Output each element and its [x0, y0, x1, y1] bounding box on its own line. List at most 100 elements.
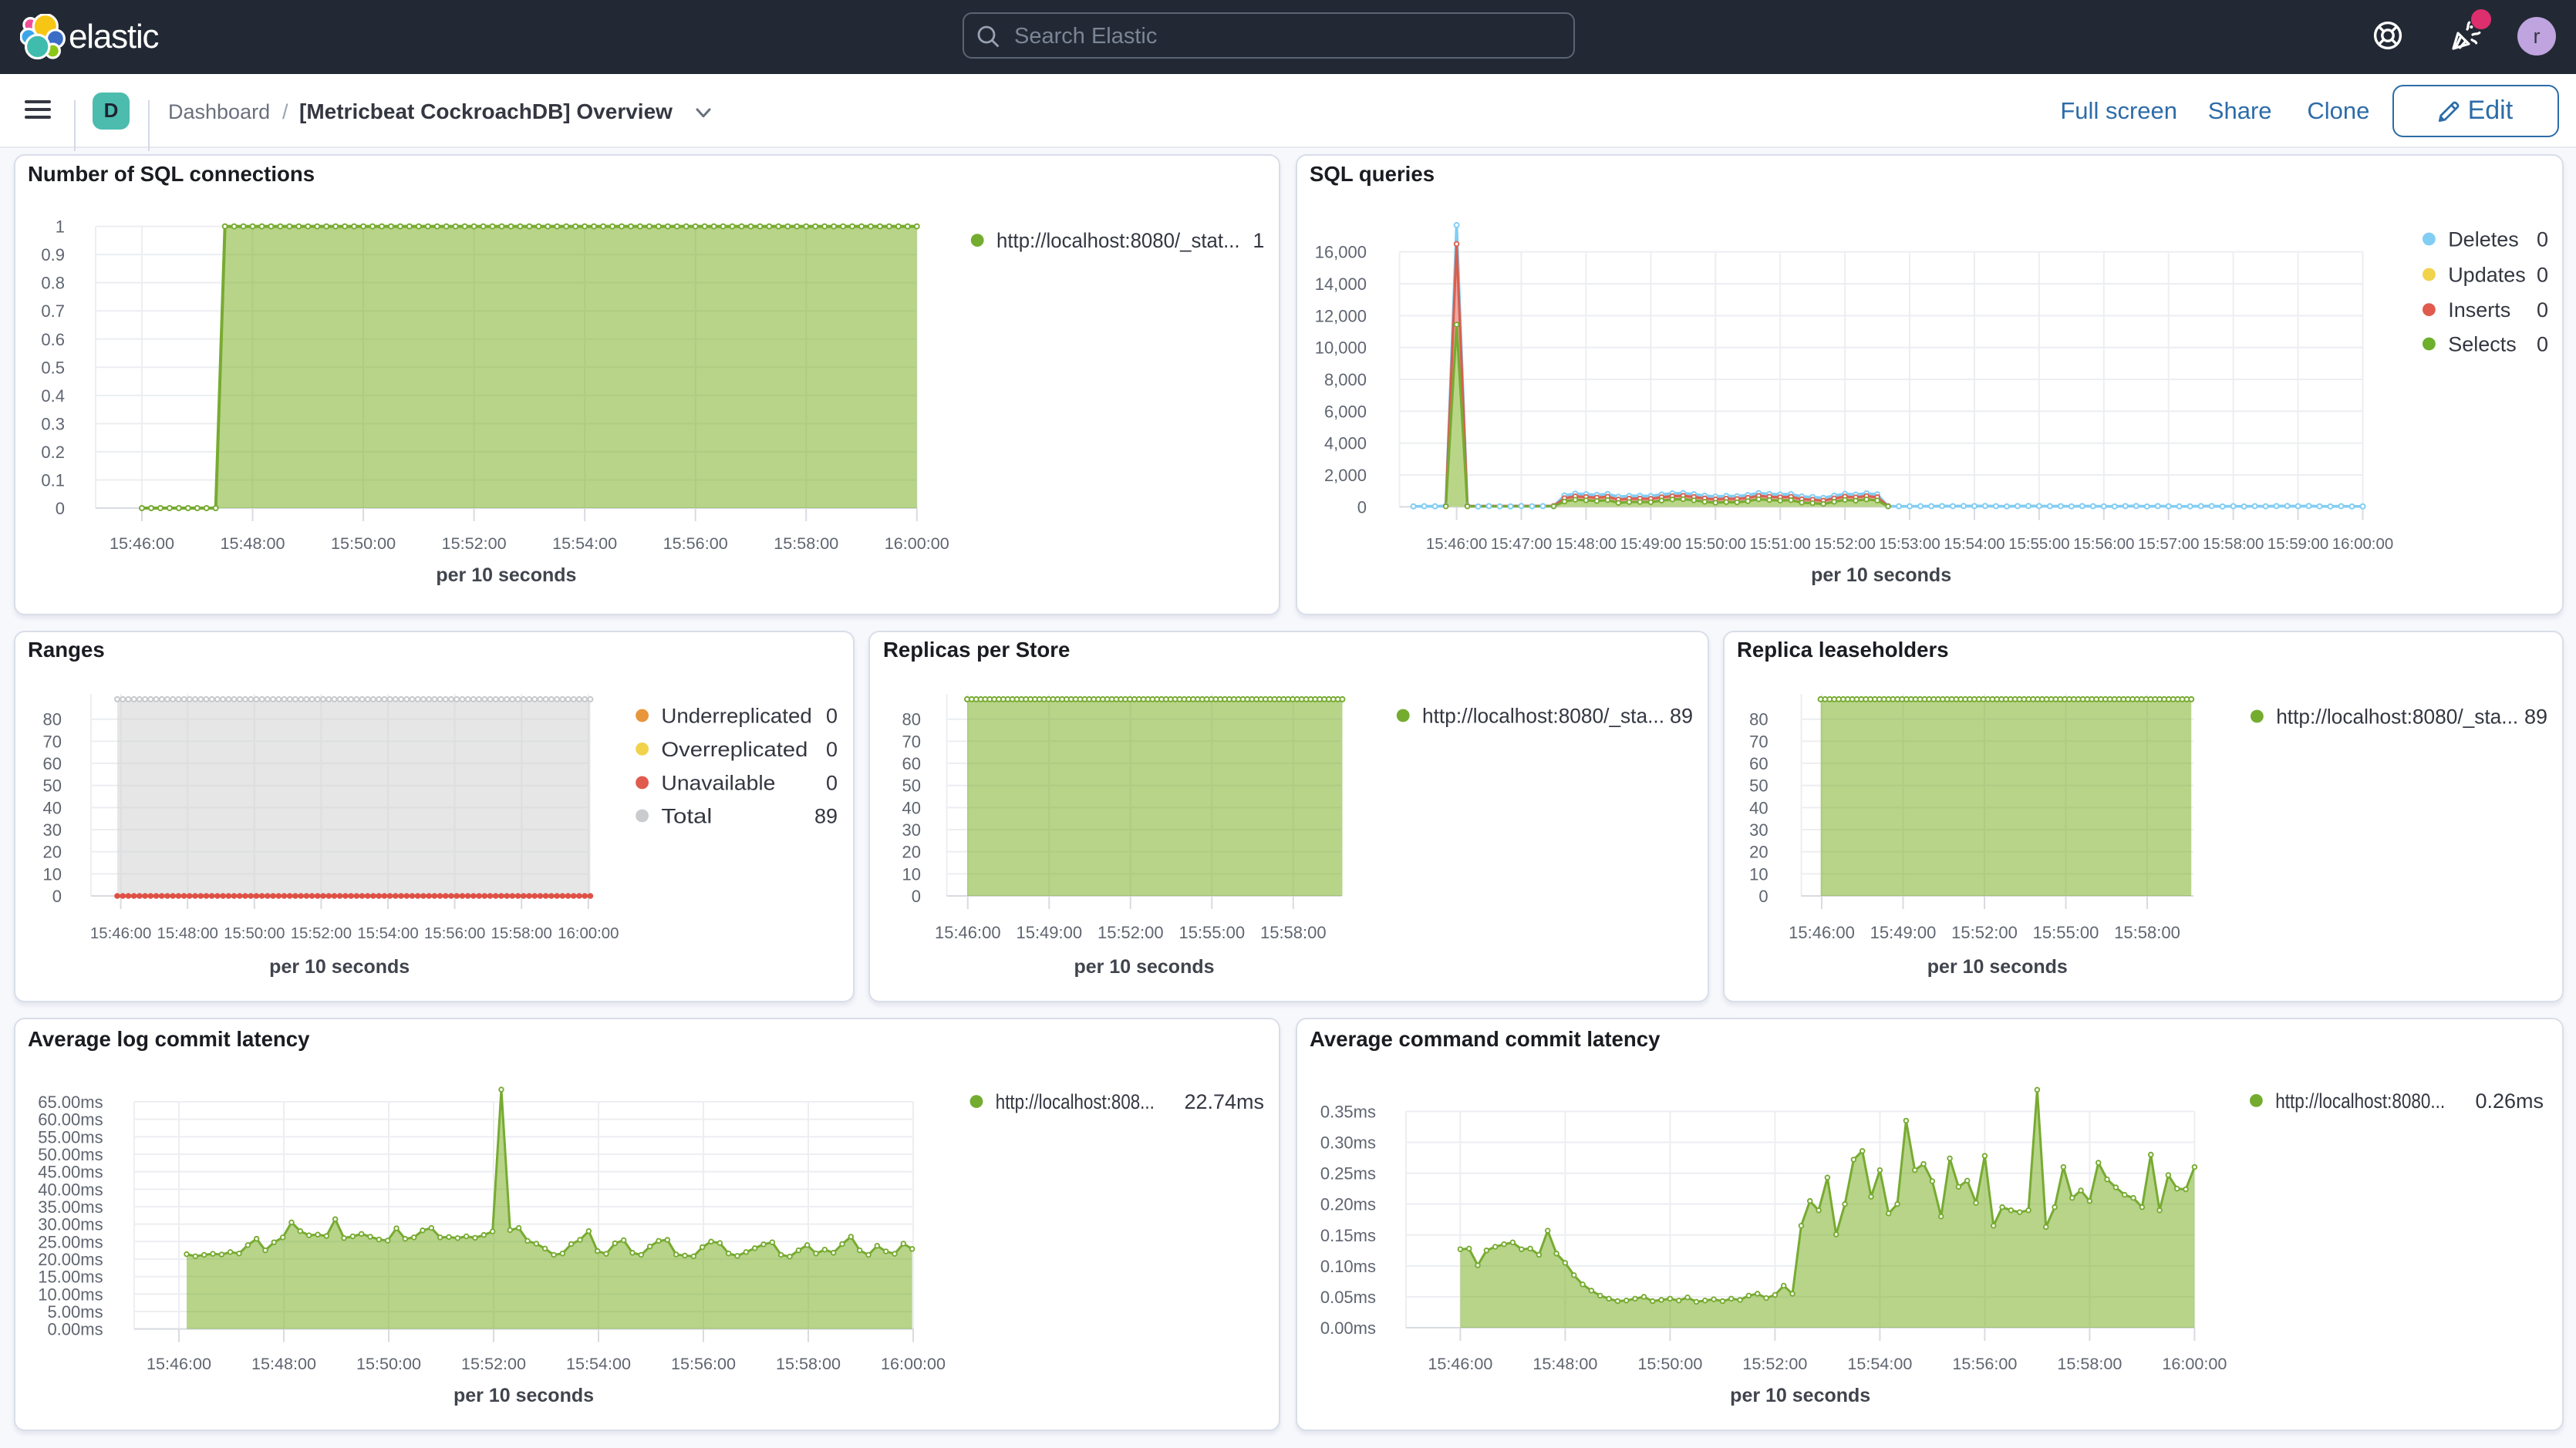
- svg-text:per 10 seconds: per 10 seconds: [1927, 956, 2068, 978]
- svg-text:0: 0: [56, 499, 65, 518]
- svg-text:15:46:00: 15:46:00: [110, 534, 174, 553]
- svg-text:15:49:00: 15:49:00: [1620, 536, 1681, 553]
- svg-text:65.00ms: 65.00ms: [38, 1093, 103, 1112]
- svg-text:0: 0: [826, 771, 838, 794]
- svg-text:15:58:00: 15:58:00: [2114, 923, 2180, 942]
- svg-text:60: 60: [1749, 754, 1768, 773]
- svg-text:Ranges: Ranges: [28, 638, 105, 662]
- svg-text:15:50:00: 15:50:00: [224, 925, 285, 942]
- svg-text:15:56:00: 15:56:00: [1952, 1354, 2017, 1373]
- svg-text:70: 70: [1749, 732, 1768, 751]
- svg-text:15:46:00: 15:46:00: [147, 1354, 211, 1373]
- svg-text:20.00ms: 20.00ms: [38, 1250, 103, 1269]
- svg-text:Updates: Updates: [2448, 263, 2526, 286]
- svg-text:15:53:00: 15:53:00: [1879, 536, 1940, 553]
- svg-text:15:52:00: 15:52:00: [1742, 1354, 1807, 1373]
- svg-text:20: 20: [1749, 843, 1768, 862]
- svg-text:per 10 seconds: per 10 seconds: [453, 1385, 594, 1406]
- svg-text:0.8: 0.8: [41, 274, 65, 293]
- svg-text:Replica leaseholders: Replica leaseholders: [1737, 638, 1949, 662]
- svg-text:Overreplicated: Overreplicated: [661, 738, 808, 761]
- svg-text:per 10 seconds: per 10 seconds: [1730, 1385, 1870, 1406]
- svg-text:40.00ms: 40.00ms: [38, 1180, 103, 1199]
- svg-text:per 10 seconds: per 10 seconds: [436, 564, 576, 586]
- svg-text:16:00:00: 16:00:00: [885, 534, 949, 553]
- svg-text:16:00:00: 16:00:00: [2162, 1354, 2227, 1373]
- svg-text:15:58:00: 15:58:00: [774, 534, 838, 553]
- svg-text:45.00ms: 45.00ms: [38, 1163, 103, 1182]
- svg-text:10: 10: [1749, 864, 1768, 884]
- svg-text:30.00ms: 30.00ms: [38, 1215, 103, 1234]
- svg-text:0.30ms: 0.30ms: [1320, 1133, 1376, 1153]
- svg-text:0.00ms: 0.00ms: [47, 1320, 103, 1339]
- svg-text:70: 70: [43, 732, 62, 751]
- svg-text:15:54:00: 15:54:00: [1847, 1354, 1912, 1373]
- svg-text:12,000: 12,000: [1315, 306, 1367, 325]
- svg-text:15:58:00: 15:58:00: [2057, 1354, 2122, 1373]
- svg-text:15:59:00: 15:59:00: [2267, 536, 2328, 553]
- svg-text:15:52:00: 15:52:00: [291, 925, 352, 942]
- svg-text:per 10 seconds: per 10 seconds: [1811, 564, 1951, 586]
- svg-text:4,000: 4,000: [1324, 434, 1367, 453]
- svg-text:15:55:00: 15:55:00: [1178, 923, 1245, 942]
- svg-text:15:50:00: 15:50:00: [1637, 1354, 1702, 1373]
- svg-text:Average command commit latency: Average command commit latency: [1310, 1027, 1661, 1051]
- svg-text:15:54:00: 15:54:00: [566, 1354, 631, 1373]
- svg-text:http://localhost:8080/_stat...: http://localhost:8080/_stat...: [996, 229, 1240, 252]
- svg-text:Deletes: Deletes: [2448, 227, 2519, 251]
- svg-text:0.15ms: 0.15ms: [1320, 1226, 1376, 1245]
- svg-text:Average log commit latency: Average log commit latency: [28, 1027, 310, 1051]
- svg-text:15:55:00: 15:55:00: [2008, 536, 2069, 553]
- svg-text:Total: Total: [661, 804, 712, 827]
- svg-text:50.00ms: 50.00ms: [38, 1145, 103, 1164]
- svg-text:0: 0: [826, 738, 838, 761]
- svg-text:40: 40: [902, 798, 921, 817]
- svg-text:5.00ms: 5.00ms: [47, 1302, 103, 1322]
- svg-text:0.5: 0.5: [41, 358, 65, 377]
- svg-text:80: 80: [1749, 710, 1768, 729]
- svg-text:SQL queries: SQL queries: [1310, 162, 1435, 186]
- svg-text:16,000: 16,000: [1315, 243, 1367, 262]
- svg-text:55.00ms: 55.00ms: [38, 1127, 103, 1147]
- svg-text:10: 10: [43, 864, 62, 884]
- svg-text:Inserts: Inserts: [2448, 298, 2510, 322]
- svg-text:10,000: 10,000: [1315, 338, 1367, 358]
- svg-text:15.00ms: 15.00ms: [38, 1268, 103, 1287]
- svg-text:0: 0: [2537, 332, 2548, 355]
- svg-text:0.26ms: 0.26ms: [2475, 1089, 2544, 1113]
- svg-text:15:50:00: 15:50:00: [356, 1354, 421, 1373]
- svg-text:15:51:00: 15:51:00: [1750, 536, 1811, 553]
- svg-text:Selects: Selects: [2448, 332, 2517, 355]
- svg-text:15:49:00: 15:49:00: [1870, 923, 1937, 942]
- svg-text:35.00ms: 35.00ms: [38, 1197, 103, 1217]
- svg-text:15:58:00: 15:58:00: [776, 1354, 841, 1373]
- svg-text:0.10ms: 0.10ms: [1320, 1257, 1376, 1276]
- svg-text:16:00:00: 16:00:00: [2332, 536, 2393, 553]
- svg-text:15:52:00: 15:52:00: [461, 1354, 526, 1373]
- svg-text:Unavailable: Unavailable: [661, 771, 775, 794]
- svg-text:2,000: 2,000: [1324, 466, 1367, 485]
- svg-text:0.25ms: 0.25ms: [1320, 1164, 1376, 1184]
- svg-text:15:57:00: 15:57:00: [2138, 536, 2199, 553]
- svg-text:0.6: 0.6: [41, 330, 65, 349]
- svg-text:16:00:00: 16:00:00: [558, 925, 619, 942]
- svg-text:60: 60: [902, 754, 921, 773]
- svg-text:89: 89: [2524, 705, 2547, 728]
- svg-text:15:46:00: 15:46:00: [1789, 923, 1855, 942]
- svg-text:per 10 seconds: per 10 seconds: [269, 956, 410, 978]
- svg-text:0.00ms: 0.00ms: [1320, 1318, 1376, 1338]
- svg-text:15:49:00: 15:49:00: [1016, 923, 1082, 942]
- svg-text:Underreplicated: Underreplicated: [661, 704, 811, 727]
- svg-text:30: 30: [1749, 820, 1768, 840]
- svg-text:15:58:00: 15:58:00: [1260, 923, 1327, 942]
- svg-text:0.7: 0.7: [41, 301, 65, 321]
- svg-text:15:47:00: 15:47:00: [1491, 536, 1552, 553]
- svg-text:0.9: 0.9: [41, 245, 65, 264]
- svg-text:15:52:00: 15:52:00: [442, 534, 507, 553]
- svg-text:15:50:00: 15:50:00: [331, 534, 396, 553]
- svg-text:50: 50: [1749, 776, 1768, 796]
- svg-text:15:56:00: 15:56:00: [671, 1354, 736, 1373]
- svg-text:0.3: 0.3: [41, 414, 65, 433]
- svg-text:80: 80: [43, 710, 62, 729]
- svg-text:0: 0: [52, 887, 62, 906]
